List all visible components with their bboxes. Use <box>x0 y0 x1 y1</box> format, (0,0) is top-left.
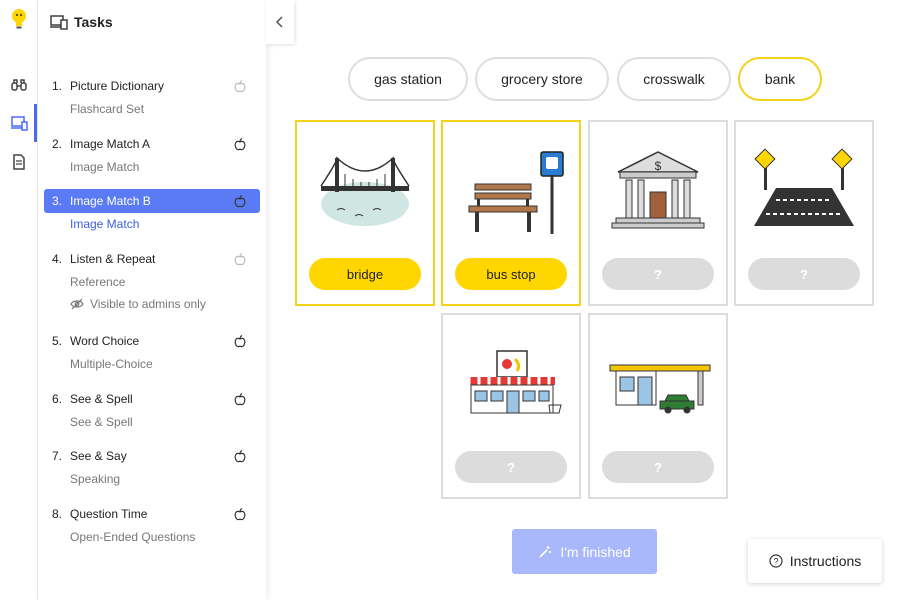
apple-icon <box>234 393 246 406</box>
task-subtitle: Multiple-Choice <box>70 357 153 371</box>
task-number: 4. <box>52 252 63 266</box>
task-item-4[interactable]: 4. Listen & Repeat Reference Visible to a… <box>44 247 260 311</box>
devices-icon <box>50 15 68 30</box>
card-label[interactable]: ? <box>455 451 567 483</box>
task-item-1[interactable]: 1. Picture Dictionary Flashcard Set <box>44 74 260 118</box>
task-title: See & Say <box>70 449 127 463</box>
visibility-text: Visible to admins only <box>90 297 206 311</box>
image-card-bus-stop[interactable]: bus stop <box>441 120 581 306</box>
task-number: 5. <box>52 334 63 348</box>
finish-button[interactable]: I'm finished <box>512 529 657 574</box>
sidebar-header: Tasks <box>50 14 113 30</box>
card-label[interactable]: bus stop <box>455 258 567 290</box>
task-number: 8. <box>52 507 63 521</box>
tasks-sidebar: Tasks 1. Picture Dictionary Flashcard Set… <box>38 0 266 600</box>
task-number: 2. <box>52 137 63 151</box>
apple-icon <box>234 508 246 521</box>
apple-icon <box>234 80 246 93</box>
lightbulb-logo-icon[interactable] <box>9 8 29 30</box>
task-subtitle: Open-Ended Questions <box>70 530 196 544</box>
card-label[interactable]: ? <box>602 258 714 290</box>
instructions-button[interactable]: ? Instructions <box>748 539 882 583</box>
task-title: Image Match B <box>70 194 151 208</box>
task-title: Listen & Repeat <box>70 252 156 266</box>
finish-label: I'm finished <box>560 543 631 560</box>
instructions-label: Instructions <box>789 553 862 569</box>
image-card-gas-station[interactable]: ? <box>588 313 728 499</box>
apple-icon <box>234 253 246 266</box>
word-pill-crosswalk[interactable]: crosswalk <box>617 57 731 101</box>
chevron-left-icon <box>275 16 283 28</box>
apple-icon <box>234 195 246 208</box>
task-title: See & Spell <box>70 392 133 406</box>
rail-active-indicator <box>34 104 37 142</box>
task-subtitle: See & Spell <box>70 415 133 429</box>
svg-text:$: $ <box>655 159 662 173</box>
task-number: 6. <box>52 392 63 406</box>
task-item-8[interactable]: 8. Question Time Open-Ended Questions <box>44 502 260 546</box>
task-title: Question Time <box>70 507 148 521</box>
grocery-store-image <box>467 350 562 414</box>
image-card-bank[interactable]: $ ? <box>588 120 728 306</box>
card-label[interactable]: ? <box>602 451 714 483</box>
task-title: Picture Dictionary <box>70 79 165 93</box>
task-title: Word Choice <box>70 334 140 348</box>
word-pill-gas-station[interactable]: gas station <box>348 57 468 101</box>
magic-wand-icon <box>539 545 552 558</box>
binoculars-icon[interactable] <box>10 76 28 94</box>
task-item-3[interactable]: 3. Image Match B Image Match <box>44 189 260 233</box>
gas-station-image <box>609 364 711 414</box>
collapse-sidebar-button[interactable] <box>266 0 294 44</box>
task-item-5[interactable]: 5. Word Choice Multiple-Choice <box>44 329 260 373</box>
visibility-note: Visible to admins only <box>44 297 260 311</box>
image-card-bridge[interactable]: bridge <box>295 120 435 306</box>
crosswalk-image <box>754 148 854 226</box>
svg-text:?: ? <box>773 557 778 567</box>
word-pill-bank[interactable]: bank <box>738 57 822 101</box>
bank-image: $ <box>611 151 705 229</box>
task-item-2[interactable]: 2. Image Match A Image Match <box>44 132 260 176</box>
help-circle-icon: ? <box>769 554 783 568</box>
word-pill-grocery-store[interactable]: grocery store <box>475 57 609 101</box>
icon-rail <box>0 0 38 600</box>
apple-icon <box>234 138 246 151</box>
task-subtitle: Reference <box>70 275 126 289</box>
task-item-7[interactable]: 7. See & Say Speaking <box>44 444 260 488</box>
bus-stop-image <box>468 151 564 234</box>
apple-icon <box>234 450 246 463</box>
card-label[interactable]: ? <box>748 258 860 290</box>
sidebar-title: Tasks <box>74 14 113 30</box>
image-card-crosswalk[interactable]: ? <box>734 120 874 306</box>
task-title: Image Match A <box>70 137 151 151</box>
task-item-6[interactable]: 6. See & Spell See & Spell <box>44 387 260 431</box>
task-subtitle: Image Match <box>70 217 140 231</box>
card-label[interactable]: bridge <box>309 258 421 290</box>
task-subtitle: Speaking <box>70 472 121 486</box>
task-number: 7. <box>52 449 63 463</box>
task-subtitle: Flashcard Set <box>70 102 145 116</box>
apple-icon <box>234 335 246 348</box>
document-icon[interactable] <box>10 153 28 171</box>
task-subtitle: Image Match <box>70 160 140 174</box>
devices-icon[interactable] <box>10 114 28 132</box>
task-number: 1. <box>52 79 63 93</box>
image-card-grocery-store[interactable]: ? <box>441 313 581 499</box>
bridge-image <box>320 156 410 226</box>
eye-slash-icon <box>70 298 84 310</box>
task-number: 3. <box>52 194 63 208</box>
